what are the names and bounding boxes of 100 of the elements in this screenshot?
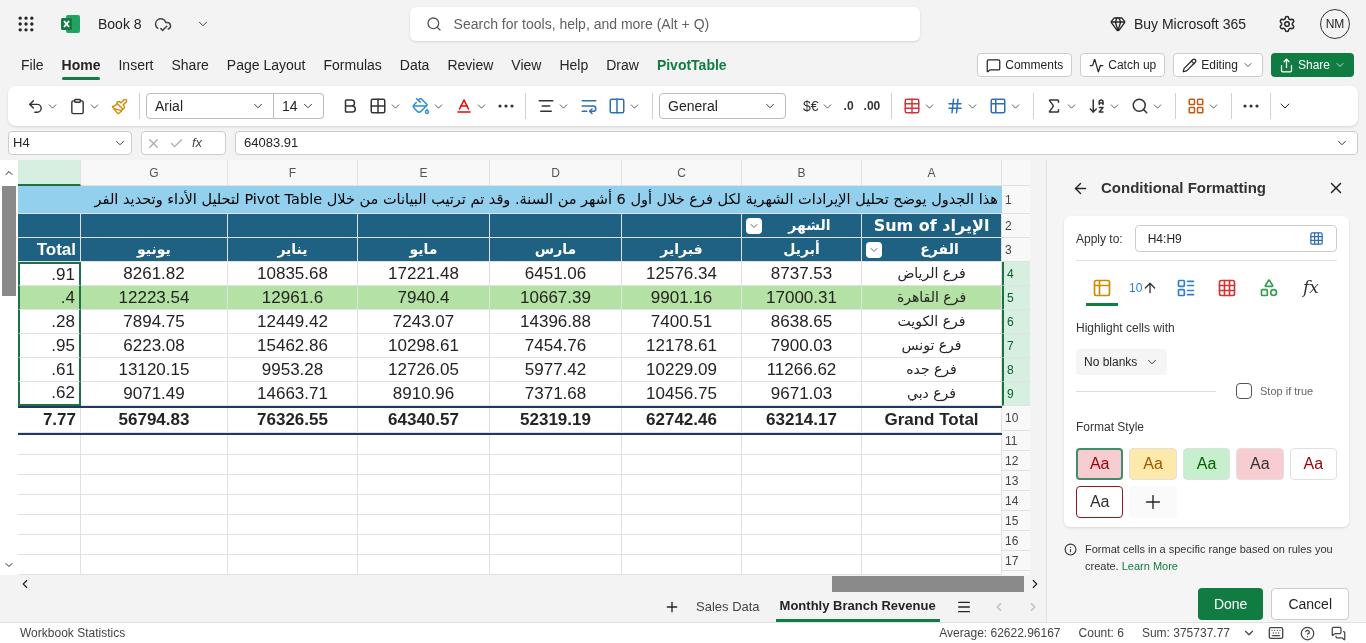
cloud-check-icon — [153, 15, 172, 33]
paintbrush-icon — [111, 97, 128, 115]
empty-cell — [18, 495, 81, 515]
diamond-icon — [1109, 16, 1126, 32]
ribbon-tab[interactable]: Formulas — [314, 50, 391, 80]
format-style-swatch[interactable]: Aa — [1076, 485, 1124, 518]
range-select-icon[interactable] — [1309, 231, 1324, 246]
insert-function-button[interactable]: fx — [192, 133, 203, 153]
rule-type-tab[interactable]: 10 — [1127, 272, 1160, 306]
apply-to-label: Apply to: — [1076, 230, 1123, 248]
column-header[interactable] — [18, 160, 81, 186]
ribbon-tab[interactable]: File — [12, 50, 53, 80]
share-button[interactable]: Share — [1270, 53, 1354, 77]
number-format-dropdown[interactable]: General — [659, 93, 786, 119]
more-icon — [498, 104, 514, 108]
app-launcher-icon[interactable] — [16, 14, 36, 34]
ribbon-tab[interactable]: PivotTable — [647, 50, 736, 80]
table-cell: 7.77 — [18, 408, 81, 433]
sum-value: Sum: 375737.77 — [1141, 625, 1230, 642]
table-cell: 64340.57 — [358, 408, 490, 433]
done-button[interactable]: Done — [1197, 588, 1264, 620]
pencil-icon — [1182, 57, 1198, 73]
help-icon[interactable] — [1300, 625, 1315, 641]
ribbon-tab[interactable]: View — [502, 50, 551, 80]
scrollbar-thumb[interactable] — [832, 575, 1024, 592]
row-header[interactable]: 8 — [1002, 358, 1030, 382]
table-cell: 56794.83 — [81, 408, 228, 433]
decrease-decimal-button[interactable]: .0 — [838, 92, 859, 120]
ribbon-tab[interactable]: Help — [550, 50, 598, 80]
ribbon-tab[interactable]: Data — [390, 50, 439, 80]
condition-dropdown[interactable]: No blanks — [1076, 349, 1168, 375]
search-icon — [425, 16, 442, 32]
increase-decimal-button[interactable]: .00 — [858, 92, 886, 120]
cancel-button[interactable]: Cancel — [1271, 588, 1349, 620]
sheet-tab[interactable]: Sales Data — [692, 592, 764, 622]
format-style-swatch[interactable]: Aa — [1289, 447, 1337, 480]
rule-type-tab[interactable]: fx — [1295, 272, 1327, 306]
scrollbar-thumb[interactable] — [2, 186, 16, 296]
sheet-list-icon[interactable] — [955, 599, 972, 615]
borders-icon — [369, 97, 387, 115]
settings-icon[interactable] — [1278, 15, 1296, 33]
ribbon-tab[interactable]: Share — [162, 50, 218, 80]
ribbon-tab[interactable]: Review — [438, 50, 503, 80]
row-header[interactable]: 5 — [1002, 286, 1030, 310]
ribbon-tab[interactable]: Page Layout — [217, 50, 315, 80]
row-header[interactable]: 7 — [1002, 334, 1030, 358]
more-icon — [1243, 104, 1260, 108]
align-icon — [537, 97, 555, 115]
currency-button[interactable]: $€ — [798, 92, 839, 120]
search-icon — [1131, 97, 1150, 115]
add-sheet-icon[interactable] — [664, 599, 680, 615]
format-style-swatch[interactable]: Aa — [1129, 447, 1177, 480]
status-label[interactable]: Workbook Statistics — [20, 624, 126, 642]
name-box[interactable]: H4 — [8, 131, 132, 155]
feedback-icon[interactable] — [1331, 625, 1346, 641]
section-label: Format Style — [1076, 418, 1145, 436]
add-style-button[interactable] — [1129, 485, 1177, 518]
font-size-dropdown[interactable]: 14 — [274, 93, 324, 119]
panel-title: Conditional Formatting — [1101, 177, 1266, 198]
editing-button[interactable]: Editing — [1173, 53, 1263, 77]
undo-icon — [27, 97, 44, 115]
catchup-button[interactable]: Catch up — [1080, 53, 1166, 77]
table-icon — [903, 97, 922, 115]
learn-more-link[interactable]: Learn More — [1121, 559, 1178, 572]
hash-icon — [946, 97, 965, 115]
row-header[interactable]: 6 — [1002, 310, 1030, 334]
filter-dropdown-button[interactable] — [746, 217, 762, 234]
info-icon — [1064, 542, 1077, 556]
empty-cell — [18, 515, 81, 535]
format-style-swatch[interactable]: Aa — [1182, 447, 1231, 480]
filter-dropdown-button[interactable] — [866, 241, 882, 258]
keyboard-icon[interactable] — [1268, 625, 1284, 641]
table-cell: 9671.03 — [742, 382, 862, 406]
grid-icon — [1187, 97, 1206, 115]
row-header[interactable]: 9 — [1002, 382, 1030, 406]
search-field[interactable]: Search for tools, help, and more (Alt + Q) — [409, 7, 920, 41]
description-banner: هذا الجدول يوضح تحليل الإيرادات الشهرية لكل فرع خلال أول 6 أشهر من السنة. وقد تم ترتيب البيانات من خلال Pivot Table لتحليل الأداء وتحديد الفر — [18, 186, 1002, 214]
checkbox-label: Stop if true — [1260, 384, 1314, 399]
buy-link[interactable]: Buy Microsoft 365 — [1109, 13, 1246, 35]
range-field[interactable]: H4:H9 — [1134, 225, 1337, 252]
pulse-icon — [1089, 57, 1105, 73]
help-text: Format cells in a specific range based on rules you create. Learn More — [1085, 541, 1334, 574]
formula-field[interactable]: 64083.91 — [235, 131, 1358, 155]
ribbon-tab[interactable]: Insert — [109, 50, 163, 80]
font-dropdown[interactable]: Arial — [146, 93, 274, 119]
ribbon-tab[interactable]: Home — [52, 50, 110, 80]
comments-button[interactable]: Comments — [977, 53, 1073, 77]
empty-cell — [18, 435, 81, 455]
clipboard-icon — [69, 97, 86, 115]
icon-sets-icon — [1259, 277, 1280, 298]
empty-cell — [18, 455, 81, 475]
table-cell: 7371.68 — [490, 382, 622, 406]
row-header[interactable]: 4 — [1002, 262, 1030, 286]
ribbon-tab[interactable]: Draw — [597, 50, 648, 80]
checkbox[interactable] — [1236, 383, 1252, 400]
section-label: Highlight cells with — [1076, 320, 1176, 337]
empty-cell — [18, 535, 81, 555]
format-style-swatch[interactable]: Aa — [1236, 447, 1284, 480]
format-style-swatch[interactable]: Aa — [1076, 447, 1124, 480]
share-icon — [1278, 57, 1294, 73]
